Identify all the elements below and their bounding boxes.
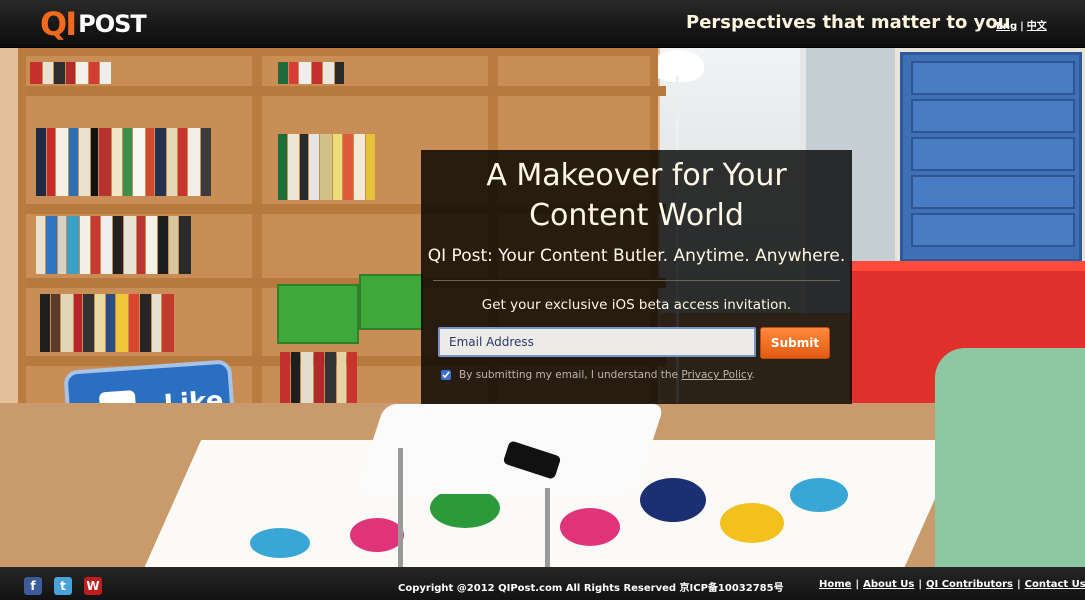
drawer [911, 61, 1075, 95]
consent-suffix: . [751, 369, 755, 381]
copyright-text: Copyright @2012 QIPost.com All Rights Re… [398, 583, 784, 594]
table-leg [398, 448, 403, 567]
rug-flower [430, 488, 500, 528]
storage-box [277, 284, 359, 344]
blue-dresser [900, 52, 1082, 262]
footer-link-about-us[interactable]: About Us [863, 579, 914, 590]
book-row [278, 134, 408, 200]
footer-link-home[interactable]: Home [819, 579, 851, 590]
privacy-consent-row: By submitting my email, I understand the… [441, 367, 841, 383]
rug-flower [790, 478, 848, 512]
submit-button[interactable]: Submit [760, 327, 830, 359]
book-row [30, 62, 240, 84]
beta-invite-text: Get your exclusive iOS beta access invit… [481, 297, 792, 313]
drawer [911, 175, 1075, 209]
email-input[interactable] [438, 327, 756, 357]
panel-divider [433, 280, 840, 281]
twitter-icon[interactable]: t [54, 577, 72, 595]
hero-headline: A Makeover for Your Content World [421, 156, 852, 236]
logo-post-text: POST [78, 10, 147, 38]
green-sofa [935, 348, 1085, 567]
qi-post-logo[interactable]: QI POST [40, 5, 147, 43]
lang-english-link[interactable]: Eng [996, 21, 1017, 32]
table-leg [545, 488, 550, 567]
footer-link-qi-contributors[interactable]: QI Contributors [926, 579, 1013, 590]
footer-separator: | [1016, 579, 1021, 590]
book-row [36, 216, 251, 274]
consent-prefix: By submitting my email, I understand the [459, 369, 682, 381]
drawer [911, 213, 1075, 247]
site-footer: f t W Copyright @2012 QIPost.com All Rig… [0, 567, 1085, 600]
site-header: QI POST Perspectives that matter to you … [0, 0, 1085, 48]
privacy-consent-text: By submitting my email, I understand the… [459, 369, 755, 381]
shelf-board [26, 86, 666, 96]
weibo-icon[interactable]: W [84, 577, 102, 595]
lang-separator: | [1020, 21, 1024, 32]
rug-flower [250, 528, 310, 558]
drawer [911, 137, 1075, 171]
facebook-icon[interactable]: f [24, 577, 42, 595]
rug-flower [640, 478, 706, 522]
rug-flower [350, 518, 404, 552]
privacy-consent-checkbox[interactable] [441, 370, 451, 380]
privacy-policy-link[interactable]: Privacy Policy [681, 369, 751, 381]
footer-separator: | [855, 579, 860, 590]
footer-nav: Home | About Us | QI Contributors | Contact Us [819, 579, 1085, 590]
book-row [278, 62, 403, 84]
footer-link-contact-us[interactable]: Contact Us [1025, 579, 1085, 590]
drawer [911, 99, 1075, 133]
headline-line-1: A Makeover for Your [486, 158, 787, 193]
rug-flower [560, 508, 620, 546]
headline-line-2: Content World [529, 198, 744, 233]
lang-chinese-link[interactable]: 中文 [1027, 21, 1047, 32]
beta-signup-panel: A Makeover for Your Content World QI Pos… [421, 150, 852, 404]
language-switcher: Eng | 中文 [996, 17, 1047, 32]
rug-flower [720, 503, 784, 543]
site-tagline: Perspectives that matter to you [686, 12, 1011, 33]
book-row [40, 294, 250, 352]
book-row [36, 128, 251, 196]
footer-separator: | [918, 579, 922, 590]
logo-qi-text: QI [40, 5, 77, 43]
storage-box [359, 274, 423, 330]
hero-subheading: QI Post: Your Content Butler. Anytime. A… [427, 246, 846, 266]
